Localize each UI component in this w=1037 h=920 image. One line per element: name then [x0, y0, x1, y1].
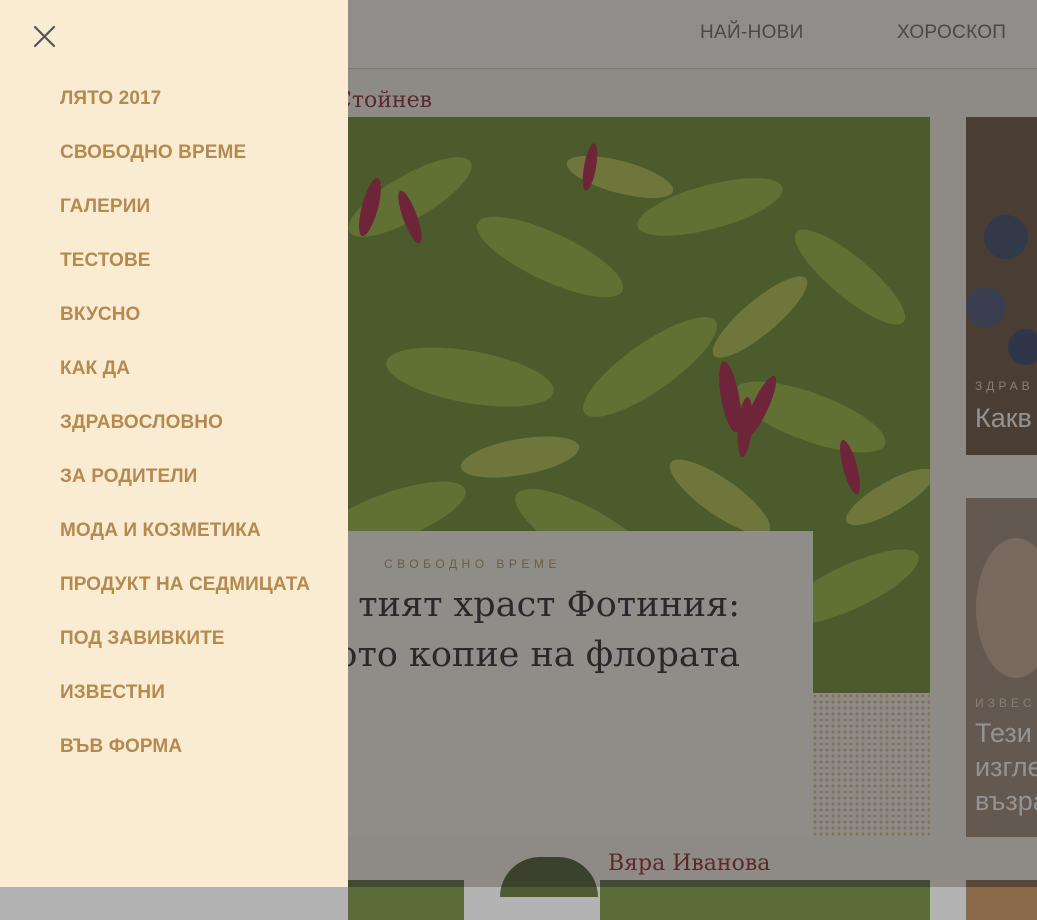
- menu-item-how-to[interactable]: КАК ДА: [60, 356, 310, 410]
- side-menu-drawer: ЛЯТО 2017 СВОБОДНО ВРЕМЕ ГАЛЕРИИ ТЕСТОВЕ…: [0, 0, 348, 887]
- menu-item-healthy[interactable]: ЗДРАВОСЛОВНО: [60, 410, 310, 464]
- menu-item-free-time[interactable]: СВОБОДНО ВРЕМЕ: [60, 140, 310, 194]
- menu-item-product-of-week[interactable]: ПРОДУКТ НА СЕДМИЦАТА: [60, 572, 310, 626]
- menu-item-fashion-cosmetics[interactable]: МОДА И КОЗМЕТИКА: [60, 518, 310, 572]
- drawer-menu: ЛЯТО 2017 СВОБОДНО ВРЕМЕ ГАЛЕРИИ ТЕСТОВЕ…: [60, 86, 310, 788]
- menu-item-summer-2017[interactable]: ЛЯТО 2017: [60, 86, 310, 140]
- menu-item-tasty[interactable]: ВКУСНО: [60, 302, 310, 356]
- menu-item-in-shape[interactable]: ВЪВ ФОРМА: [60, 734, 310, 788]
- menu-item-tests[interactable]: ТЕСТОВЕ: [60, 248, 310, 302]
- close-icon[interactable]: [26, 20, 64, 54]
- menu-item-celebrities[interactable]: ИЗВЕСТНИ: [60, 680, 310, 734]
- menu-item-for-parents[interactable]: ЗА РОДИТЕЛИ: [60, 464, 310, 518]
- menu-item-galleries[interactable]: ГАЛЕРИИ: [60, 194, 310, 248]
- menu-item-under-covers[interactable]: ПОД ЗАВИВКИТЕ: [60, 626, 310, 680]
